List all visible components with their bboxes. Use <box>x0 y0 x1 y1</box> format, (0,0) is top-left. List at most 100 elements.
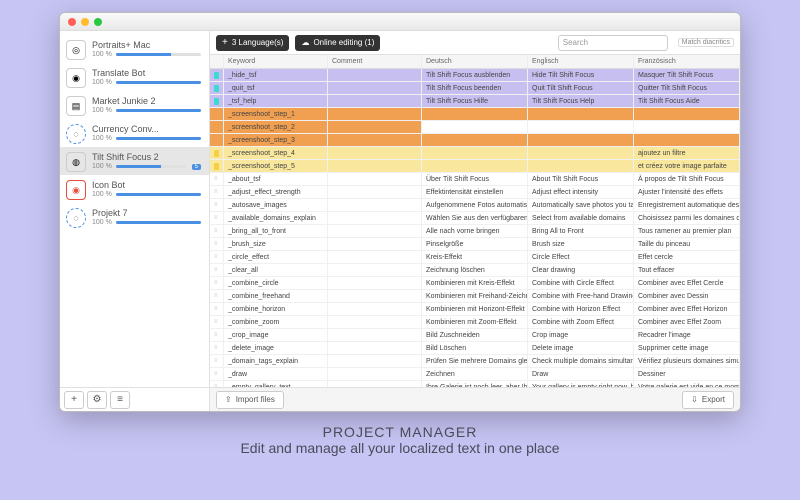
cell-deutsch[interactable] <box>422 121 528 133</box>
cell-franzoesisch[interactable]: Ajuster l'intensité des effets <box>634 186 740 198</box>
cell-franzoesisch[interactable] <box>634 108 740 120</box>
cell-englisch[interactable] <box>528 147 634 159</box>
cell-englisch[interactable]: Brush size <box>528 238 634 250</box>
cell-comment[interactable] <box>328 212 422 224</box>
sidebar-item-project[interactable]: ◉ Icon Bot 100 % <box>60 175 209 203</box>
cell-englisch[interactable]: Quit Tilt Shift Focus <box>528 82 634 94</box>
table-row[interactable]: _screenshoot_step_1 <box>210 108 740 121</box>
table-row[interactable]: ≡ _about_tsf Über Tilt Shift Focus About… <box>210 173 740 186</box>
cell-deutsch[interactable]: Effektintensität einstellen <box>422 186 528 198</box>
cell-keyword[interactable]: _combine_zoom <box>224 316 328 328</box>
table-row[interactable]: _screenshoot_step_2 <box>210 121 740 134</box>
cell-englisch[interactable]: Delete image <box>528 342 634 354</box>
cell-franzoesisch[interactable]: Vérifiez plusieurs domaines simul... <box>634 355 740 367</box>
cell-keyword[interactable]: _draw <box>224 368 328 380</box>
cell-franzoesisch[interactable]: Tilt Shift Focus Aide <box>634 95 740 107</box>
cell-franzoesisch[interactable]: ajoutez un filtre <box>634 147 740 159</box>
cell-comment[interactable] <box>328 199 422 211</box>
cell-deutsch[interactable]: Kombinieren mit Horizont-Effekt <box>422 303 528 315</box>
cell-franzoesisch[interactable]: Effet cercle <box>634 251 740 263</box>
cell-franzoesisch[interactable]: Dessiner <box>634 368 740 380</box>
cell-franzoesisch[interactable]: Taille du pinceau <box>634 238 740 250</box>
cell-keyword[interactable]: _domain_tags_explain <box>224 355 328 367</box>
sidebar-item-project[interactable]: ◍ Tilt Shift Focus 2 100 % 5 <box>60 147 209 175</box>
add-project-button[interactable]: + <box>64 391 84 409</box>
table-row[interactable]: ≡ _crop_image Bild Zuschneiden Crop imag… <box>210 329 740 342</box>
cell-keyword[interactable]: _screenshoot_step_1 <box>224 108 328 120</box>
zoom-icon[interactable] <box>94 18 102 26</box>
cell-keyword[interactable]: _autosave_images <box>224 199 328 211</box>
cell-comment[interactable] <box>328 225 422 237</box>
cell-comment[interactable] <box>328 173 422 185</box>
cell-keyword[interactable]: _screenshoot_step_3 <box>224 134 328 146</box>
cell-comment[interactable] <box>328 147 422 159</box>
cell-comment[interactable] <box>328 277 422 289</box>
cell-deutsch[interactable]: Wählen Sie aus den verfügbaren... <box>422 212 528 224</box>
cell-deutsch[interactable]: Kreis-Effekt <box>422 251 528 263</box>
match-diacritics-toggle[interactable]: Match diacritics <box>678 38 734 47</box>
table-row[interactable]: ≡ _adjust_effect_strength Effektintensit… <box>210 186 740 199</box>
table-row[interactable]: ≡ _circle_effect Kreis-Effekt Circle Eff… <box>210 251 740 264</box>
sidebar-item-project[interactable]: ◌ Projekt 7 100 % <box>60 203 209 231</box>
cell-comment[interactable] <box>328 342 422 354</box>
cell-englisch[interactable]: Adjust effect intensity <box>528 186 634 198</box>
header-keyword[interactable]: Keyword <box>224 55 328 68</box>
cell-englisch[interactable]: Tilt Shift Focus Help <box>528 95 634 107</box>
cell-englisch[interactable]: Clear drawing <box>528 264 634 276</box>
header-englisch[interactable]: Englisch <box>528 55 634 68</box>
cell-franzoesisch[interactable]: Recadrer l'image <box>634 329 740 341</box>
cell-keyword[interactable]: _screenshoot_step_5 <box>224 160 328 172</box>
cell-englisch[interactable] <box>528 108 634 120</box>
sidebar-item-project[interactable]: ▤ Market Junkie 2 100 % <box>60 91 209 119</box>
cell-deutsch[interactable]: Kombinieren mit Kreis-Effekt <box>422 277 528 289</box>
cell-deutsch[interactable]: Bild Löschen <box>422 342 528 354</box>
cell-franzoesisch[interactable]: Tous ramener au premier plan <box>634 225 740 237</box>
table-row[interactable]: ≡ _draw Zeichnen Draw Dessiner <box>210 368 740 381</box>
cell-comment[interactable] <box>328 251 422 263</box>
cell-keyword[interactable]: _circle_effect <box>224 251 328 263</box>
cell-keyword[interactable]: _available_domains_explain <box>224 212 328 224</box>
settings-button[interactable]: ⚙ <box>87 391 107 409</box>
table-row[interactable]: _screenshoot_step_5 et créez votre image… <box>210 160 740 173</box>
cell-keyword[interactable]: _brush_size <box>224 238 328 250</box>
cell-deutsch[interactable]: Kombinieren mit Zoom-Effekt <box>422 316 528 328</box>
cell-keyword[interactable]: _screenshoot_step_4 <box>224 147 328 159</box>
table-row[interactable]: ≡ _bring_all_to_front Alle nach vorne br… <box>210 225 740 238</box>
search-input[interactable]: Search <box>558 35 668 51</box>
cell-keyword[interactable]: _about_tsf <box>224 173 328 185</box>
cell-franzoesisch[interactable] <box>634 121 740 133</box>
cell-englisch[interactable]: Combine with Horizon Effect <box>528 303 634 315</box>
cell-comment[interactable] <box>328 303 422 315</box>
cell-comment[interactable] <box>328 316 422 328</box>
cell-comment[interactable] <box>328 134 422 146</box>
cell-franzoesisch[interactable]: et créez votre image parfaite <box>634 160 740 172</box>
table-row[interactable]: _screenshoot_step_4 ajoutez un filtre <box>210 147 740 160</box>
table-row[interactable]: _hide_tsf Tilt Shift Focus ausblenden Hi… <box>210 69 740 82</box>
cell-englisch[interactable]: About Tilt Shift Focus <box>528 173 634 185</box>
cell-franzoesisch[interactable]: Combiner avec Effet Zoom <box>634 316 740 328</box>
cell-deutsch[interactable] <box>422 108 528 120</box>
cell-englisch[interactable]: Hide Tilt Shift Focus <box>528 69 634 81</box>
cell-deutsch[interactable]: Aufgenommene Fotos automatisc... <box>422 199 528 211</box>
online-editing-button[interactable]: ☁ Online editing (1) <box>295 35 380 51</box>
cell-deutsch[interactable]: Kombinieren mit Freihand-Zeichn... <box>422 290 528 302</box>
table-row[interactable]: ≡ _domain_tags_explain Prüfen Sie mehrer… <box>210 355 740 368</box>
cell-comment[interactable] <box>328 368 422 380</box>
cell-franzoesisch[interactable]: À propos de Tilt Shift Focus <box>634 173 740 185</box>
table-body[interactable]: _hide_tsf Tilt Shift Focus ausblenden Hi… <box>210 69 740 387</box>
cell-deutsch[interactable] <box>422 134 528 146</box>
cell-deutsch[interactable]: Prüfen Sie mehrere Domains glei... <box>422 355 528 367</box>
cell-englisch[interactable] <box>528 121 634 133</box>
cell-franzoesisch[interactable]: Choisissez parmi les domaines di... <box>634 212 740 224</box>
cell-deutsch[interactable]: Zeichnen <box>422 368 528 380</box>
cell-englisch[interactable]: Combine with Circle Effect <box>528 277 634 289</box>
cell-englisch[interactable]: Bring All to Front <box>528 225 634 237</box>
cell-englisch[interactable] <box>528 160 634 172</box>
cell-comment[interactable] <box>328 290 422 302</box>
cell-keyword[interactable]: _delete_image <box>224 342 328 354</box>
export-button[interactable]: ⇩ Export <box>682 391 734 409</box>
cell-keyword[interactable]: _bring_all_to_front <box>224 225 328 237</box>
cell-franzoesisch[interactable]: Masquer Tilt Shift Focus <box>634 69 740 81</box>
cell-englisch[interactable]: Circle Effect <box>528 251 634 263</box>
cell-englisch[interactable]: Combine with Zoom Effect <box>528 316 634 328</box>
